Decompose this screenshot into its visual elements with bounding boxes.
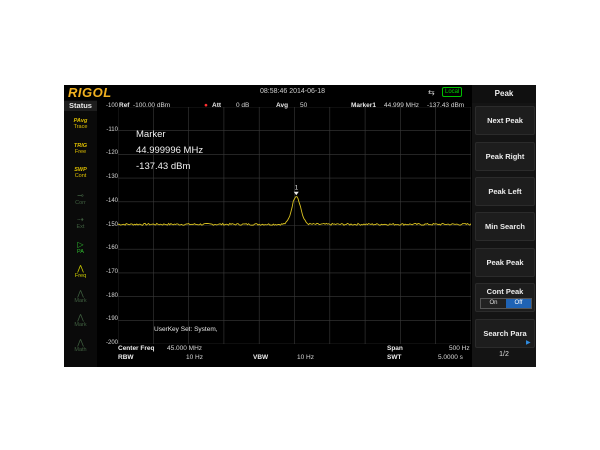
status-label: Free — [74, 148, 87, 155]
status-title: Status — [64, 101, 97, 111]
status-column: Status PAvg Trace TRIG Free SWP Cont ⊸ Corr ⇢ Ext… — [64, 100, 97, 367]
page-indicator: 1/2 — [499, 351, 509, 358]
cont-peak-toggle[interactable]: On Off — [480, 298, 532, 309]
peak-left-button[interactable]: Peak Left — [475, 177, 535, 206]
status-label: Mark — [74, 297, 87, 304]
top-bar: RIGOL 08:58:46 2014-06-18 ⇆ Local — [64, 85, 469, 100]
y-tick-label: -200 — [105, 340, 118, 346]
marker-readout: Marker 44.999996 MHz -137.43 dBm — [136, 127, 203, 175]
userkey-status: UserKey Set: System, — [154, 326, 218, 333]
marker-number: 1 — [295, 186, 299, 192]
ext-icon: ⇢ — [77, 215, 84, 224]
span-value[interactable]: 500 Hz — [449, 345, 470, 352]
status-label: Cont — [74, 173, 87, 179]
status-trace-0: PAvg Trace — [66, 118, 95, 130]
cont-peak-button[interactable]: Cont Peak On Off — [475, 283, 535, 312]
status-pa-5: ▷ PA — [66, 239, 95, 255]
y-tick-label: -190 — [105, 316, 118, 323]
marker-readout-amp: -137.43 dBm — [136, 161, 191, 172]
center-freq-label: Center Freq — [118, 345, 155, 352]
status-ext-4: ⇢ Ext — [66, 215, 95, 231]
status-label: Ext — [76, 224, 85, 230]
center-freq-value[interactable]: 45.000 MHz — [167, 345, 202, 352]
peak-peak-button[interactable]: Peak Peak — [475, 248, 535, 277]
y-tick-label: -140 — [105, 197, 118, 204]
analyzer-screen: RIGOL 08:58:46 2014-06-18 ⇆ Local Status… — [64, 85, 536, 367]
vbw-value[interactable]: 10 Hz — [297, 354, 314, 361]
status-label: Trace — [73, 124, 88, 130]
status-corr-3: ⊸ Corr — [66, 190, 95, 206]
y-tick-label: -180 — [105, 292, 118, 299]
y-tick-label: -100 — [105, 103, 118, 109]
peak-right-button[interactable]: Peak Right — [475, 142, 535, 171]
menu-title: Peak — [472, 85, 536, 103]
math-icon: ⋀ — [77, 337, 84, 347]
status-cont-2: SWP Cont — [66, 167, 95, 179]
freq-icon: ⋀ — [77, 264, 84, 273]
span-label: Span — [387, 345, 403, 352]
next-peak-button[interactable]: Next Peak — [475, 106, 535, 135]
marker-readout-title: Marker — [136, 129, 166, 140]
status-mark-7: ⋀ Mark — [66, 288, 95, 304]
status-free-1: TRIG Free — [66, 143, 95, 155]
swt-value[interactable]: 5.0000 s — [438, 354, 463, 361]
cont-peak-label: Cont Peak — [486, 287, 524, 296]
status-label: Math — [74, 346, 87, 353]
y-tick-label: -130 — [105, 174, 118, 181]
corr-icon: ⊸ — [77, 190, 84, 200]
more-arrow-icon: ▶ — [526, 340, 531, 346]
mark-icon: ⋀ — [77, 288, 84, 298]
status-label: Freq — [74, 273, 87, 279]
y-tick-label: -170 — [105, 268, 118, 275]
local-badge: Local — [442, 87, 463, 97]
status-label: PA — [77, 248, 84, 255]
vbw-label: VBW — [253, 354, 269, 361]
status-mark-8: ⋀ Mark — [66, 313, 95, 329]
min-search-button[interactable]: Min Search — [475, 212, 535, 241]
y-tick-label: -120 — [105, 150, 118, 157]
status-freq-6: ⋀ Freq — [66, 264, 95, 280]
softkey-menu: Peak Next Peak Peak Right Peak Left Min … — [472, 85, 536, 367]
y-tick-label: -150 — [105, 221, 118, 228]
cont-peak-on[interactable]: On — [481, 299, 506, 308]
mark2-icon: ⋀ — [77, 313, 84, 322]
preamp-icon: ▷ — [77, 239, 84, 249]
rigol-logo: RIGOL — [68, 85, 112, 100]
rbw-value[interactable]: 10 Hz — [186, 354, 203, 361]
cont-peak-off[interactable]: Off — [506, 299, 531, 308]
y-tick-label: -160 — [105, 245, 118, 252]
rbw-label: RBW — [118, 354, 134, 361]
marker-readout-freq: 44.999996 MHz — [136, 145, 204, 156]
status-math-9: ⋀ Math — [66, 337, 95, 353]
status-label: Mark — [74, 322, 87, 328]
swt-label: SWT — [387, 354, 402, 361]
usb-icon: ⇆ — [428, 88, 435, 97]
date-time: 08:58:46 2014-06-18 — [260, 88, 325, 95]
status-label: Corr — [75, 199, 86, 206]
y-tick-label: -110 — [106, 126, 118, 133]
